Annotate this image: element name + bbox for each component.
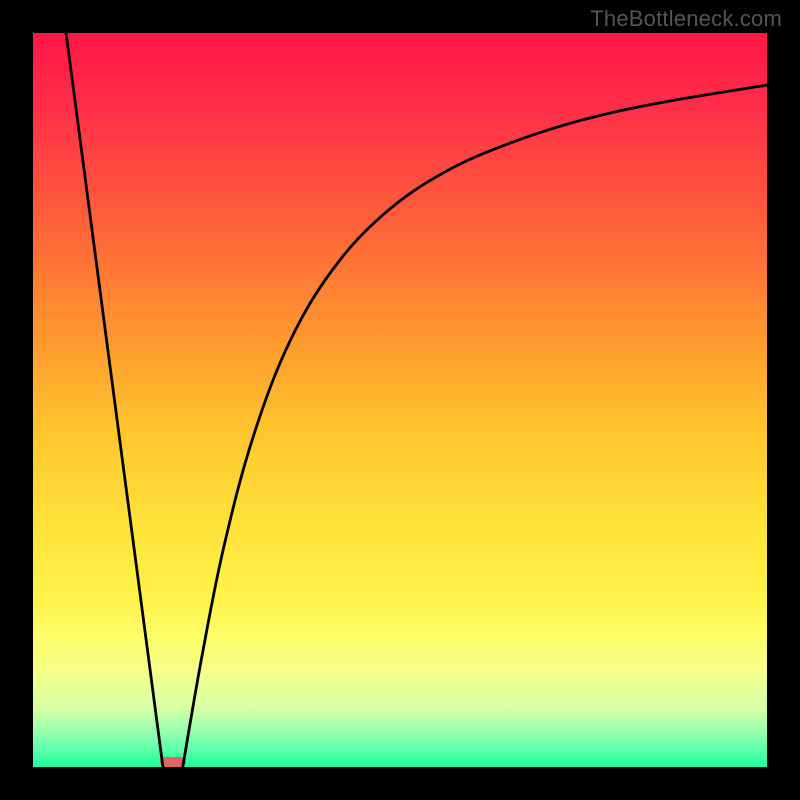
plot-area [33,33,767,767]
curve-overlay [33,33,767,767]
left-decline-line [66,33,163,767]
chart-frame: TheBottleneck.com [0,0,800,800]
right-rise-curve [183,85,767,767]
watermark-text: TheBottleneck.com [590,6,782,32]
